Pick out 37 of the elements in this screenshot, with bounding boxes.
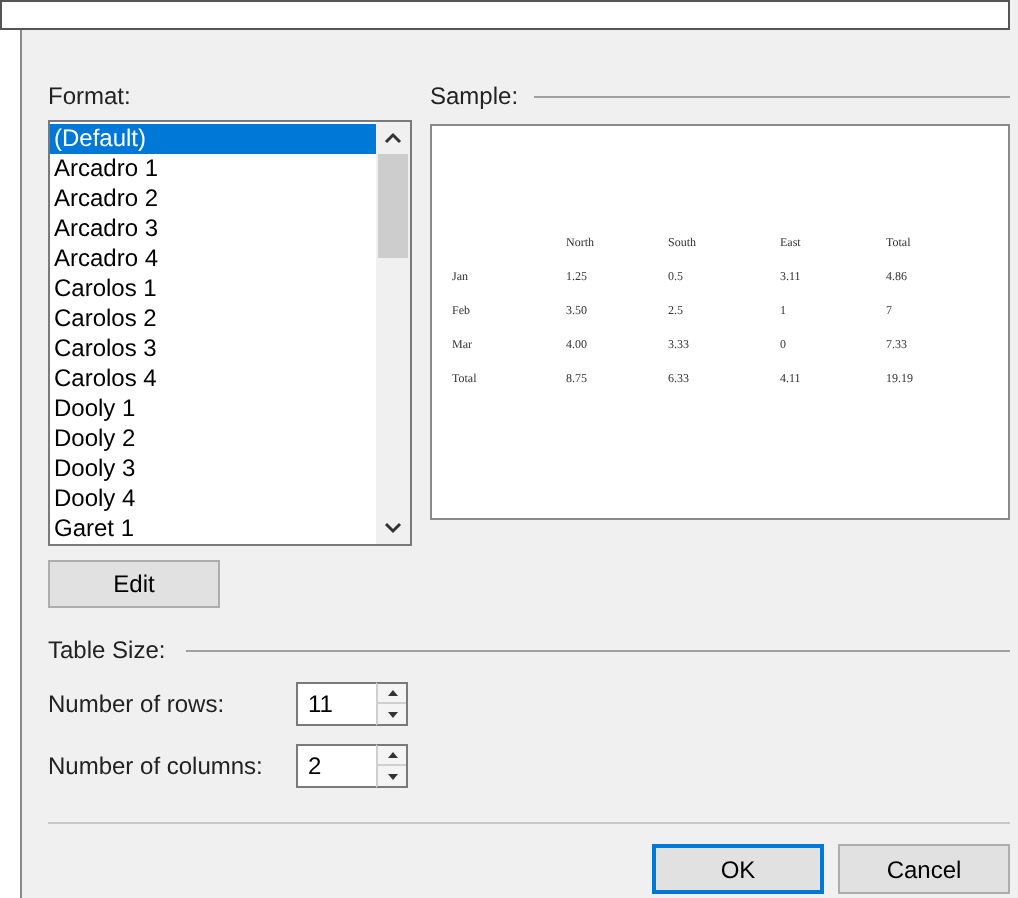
down-arrow-icon — [387, 711, 397, 717]
list-item[interactable]: Dooly 1 — [50, 394, 376, 424]
list-item[interactable]: Carolos 4 — [50, 364, 376, 394]
number-field[interactable]: 11 — [296, 682, 376, 726]
up-arrow-icon — [387, 690, 397, 696]
scrollbar[interactable] — [376, 122, 410, 544]
scroll-down-icon[interactable] — [384, 522, 402, 534]
format-list[interactable]: (Default) Arcadro 1 Arcadro 2 Arcadro 3 Arcadro 4 Carolos 1 Carolos 2 Carolos 3 Carolos 4 Dooly 1 Dooly 2 Dooly 3 Dooly 4 Garet 1 — [48, 120, 412, 546]
number-field[interactable]: 2 — [296, 744, 376, 788]
list-item[interactable]: Arcadro 1 — [50, 154, 376, 184]
edit-button[interactable]: Edit — [48, 560, 220, 608]
list-item[interactable]: Arcadro 2 — [50, 184, 376, 214]
list-item[interactable]: Arcadro 3 — [50, 214, 376, 244]
field-label: Number of rows: — [48, 688, 227, 722]
list-item[interactable]: Carolos 2 — [50, 304, 376, 334]
list-item[interactable]: Dooly 2 — [50, 424, 376, 454]
spin-up-button[interactable] — [378, 746, 406, 766]
dialog-button[interactable]: Cancel — [838, 844, 1010, 894]
list-item[interactable]: Carolos 1 — [50, 274, 376, 304]
dialog-button[interactable]: OK — [652, 844, 824, 894]
down-arrow-icon — [387, 773, 397, 779]
table-size-label: Table Size: — [48, 634, 166, 668]
scroll-thumb[interactable] — [378, 154, 408, 258]
list-item[interactable]: Garet 1 — [50, 514, 376, 544]
list-item[interactable]: Dooly 3 — [50, 454, 376, 484]
up-arrow-icon — [387, 752, 397, 758]
list-item[interactable]: Dooly 4 — [50, 484, 376, 514]
list-item[interactable]: Arcadro 4 — [50, 244, 376, 274]
list-item[interactable]: (Default) — [50, 124, 376, 154]
list-item[interactable]: Carolos 3 — [50, 334, 376, 364]
format-label: Format: — [48, 80, 133, 112]
spin-down-button[interactable] — [378, 766, 406, 786]
sample-label: Sample: — [430, 80, 519, 114]
scroll-up-icon[interactable] — [384, 132, 402, 144]
spin-up-button[interactable] — [378, 684, 406, 704]
spin-down-button[interactable] — [378, 704, 406, 724]
field-label: Number of columns: — [48, 750, 265, 784]
